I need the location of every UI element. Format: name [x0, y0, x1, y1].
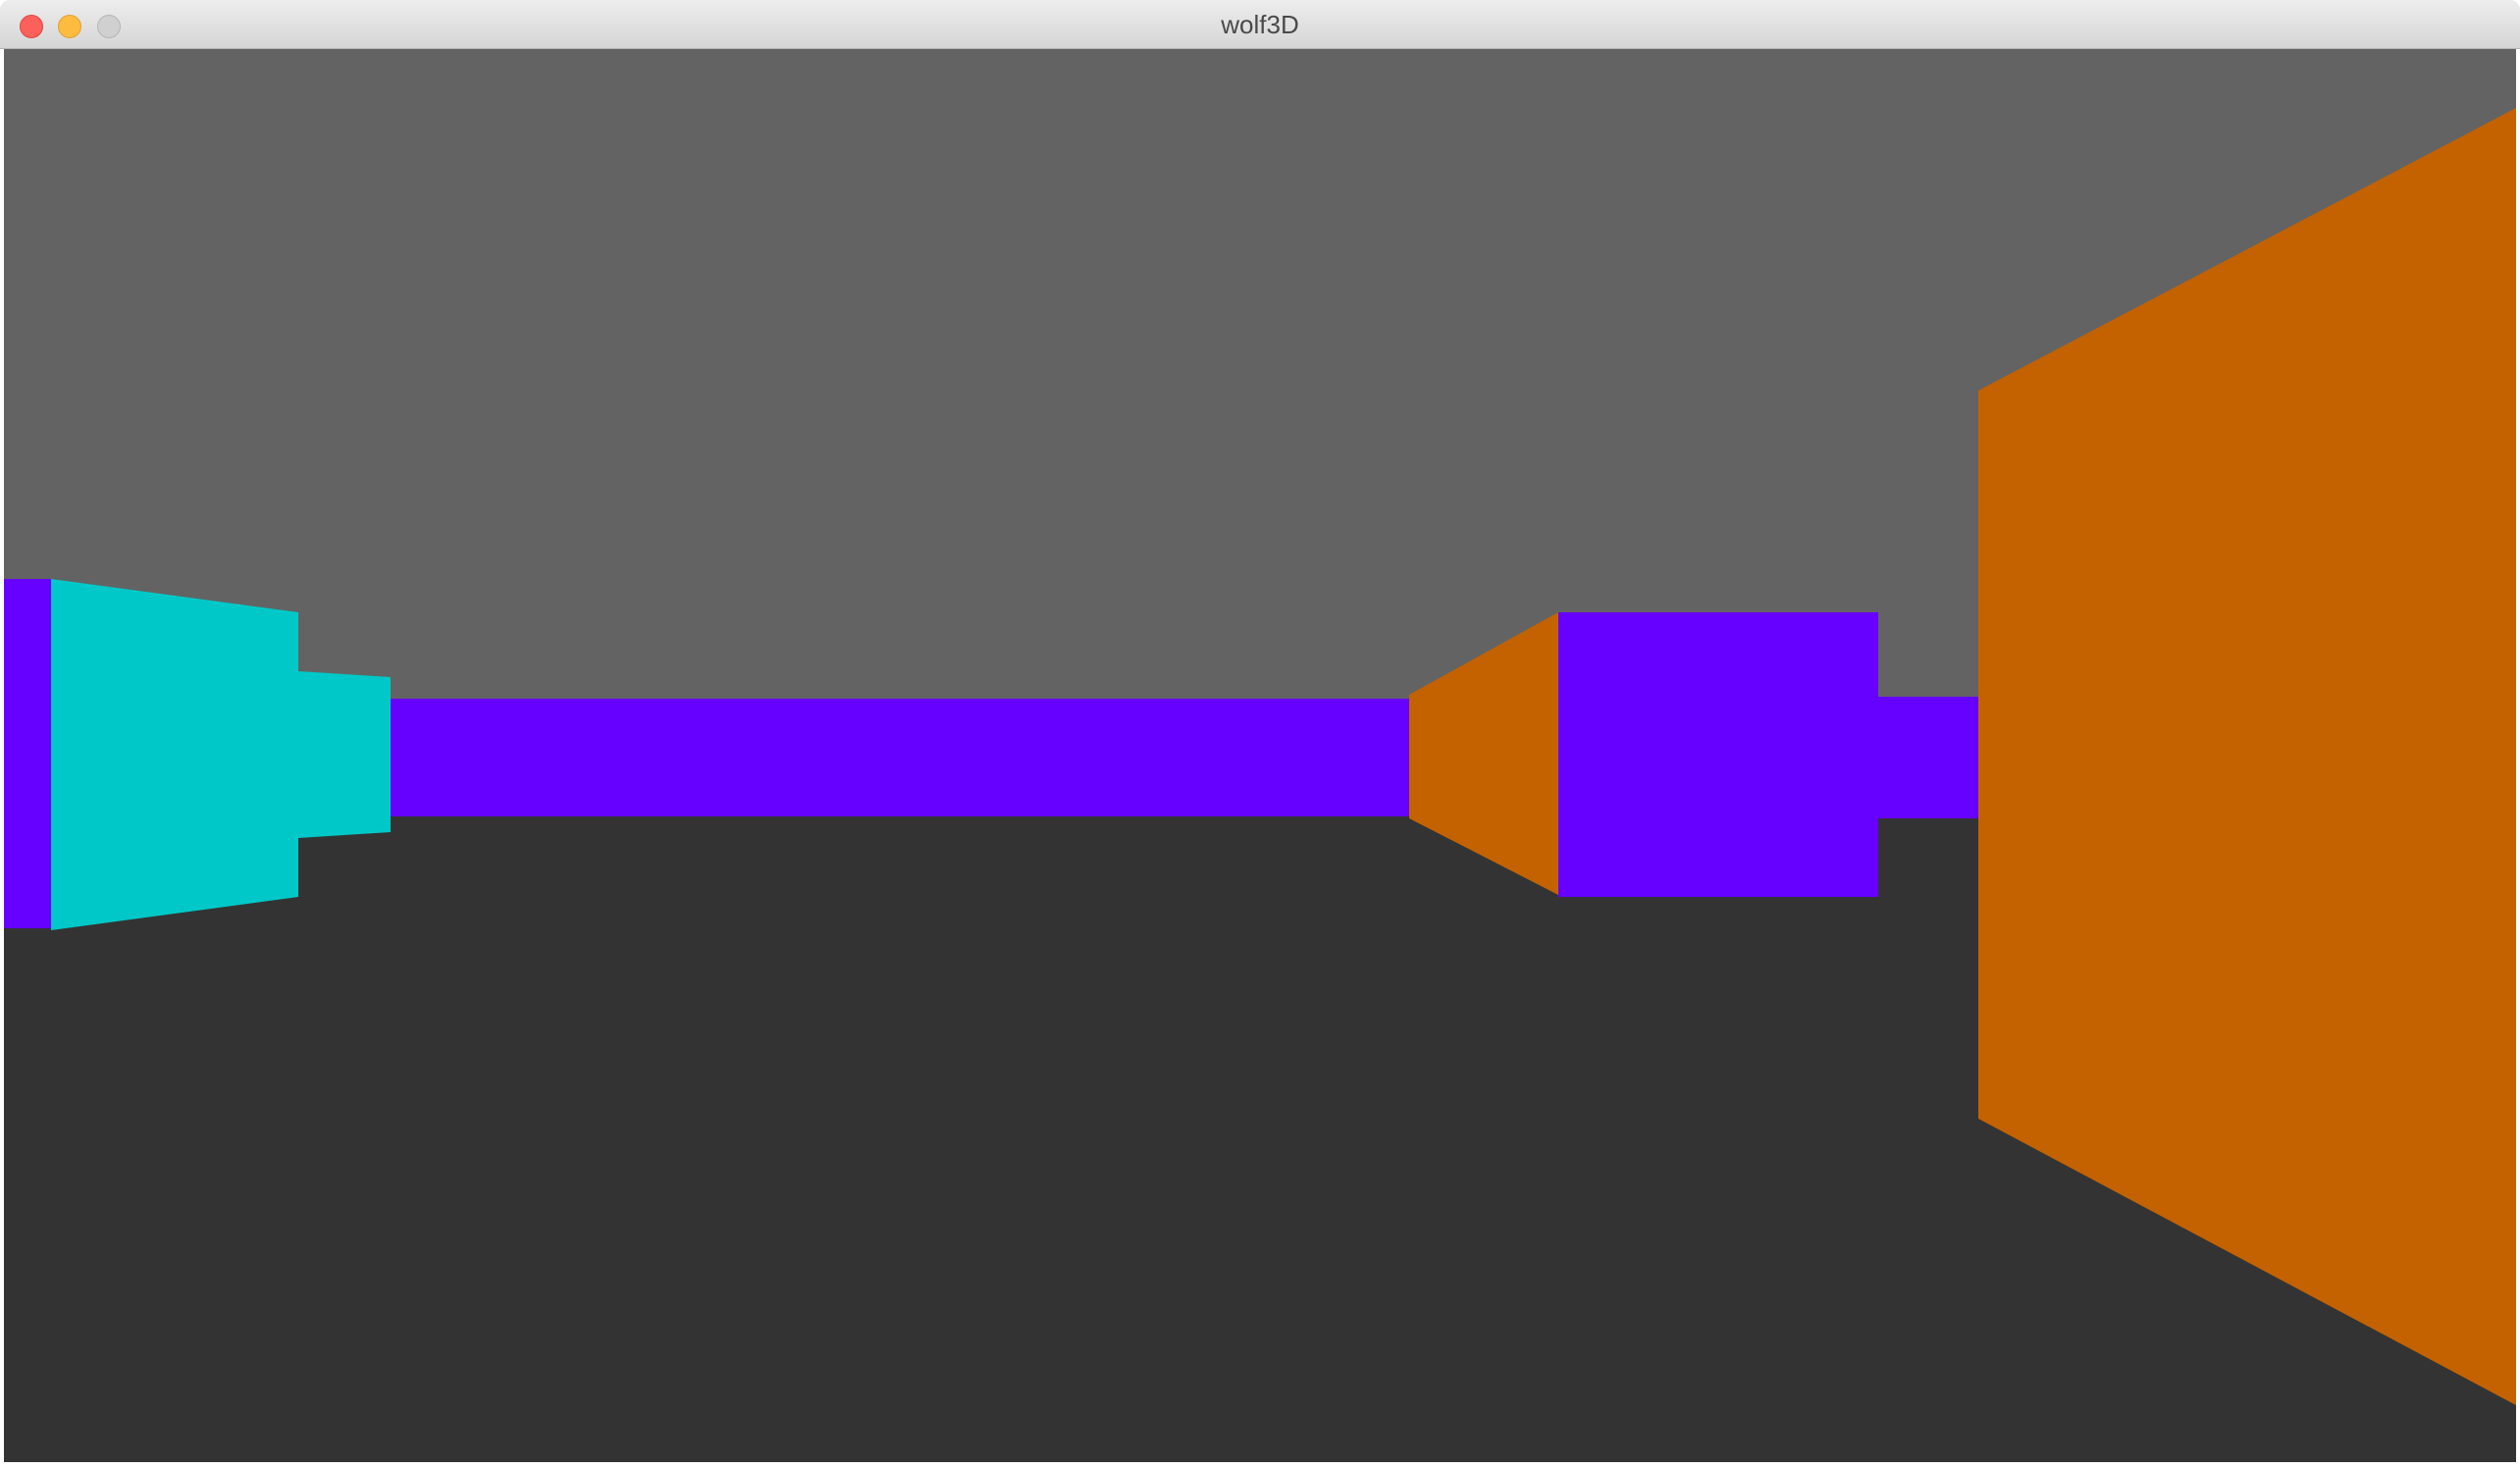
- window-title: wolf3D: [1221, 10, 1299, 39]
- wall-left-purple-strip: [4, 579, 51, 928]
- window-titlebar[interactable]: wolf3D: [0, 0, 2520, 49]
- wall-left-cyan-far: [298, 671, 391, 838]
- game-viewport[interactable]: [4, 49, 2516, 1462]
- raycast-scene: [4, 49, 2516, 1462]
- close-icon[interactable]: [20, 15, 43, 38]
- wall-right-purple-strip: [1878, 697, 1978, 818]
- zoom-icon[interactable]: [97, 15, 121, 38]
- wall-center-corridor: [391, 699, 1409, 816]
- minimize-icon[interactable]: [58, 15, 81, 38]
- app-window: wolf3D: [0, 0, 2520, 1468]
- wall-center-right-purple-block: [1558, 612, 1878, 897]
- wall-left-cyan-near: [51, 579, 298, 930]
